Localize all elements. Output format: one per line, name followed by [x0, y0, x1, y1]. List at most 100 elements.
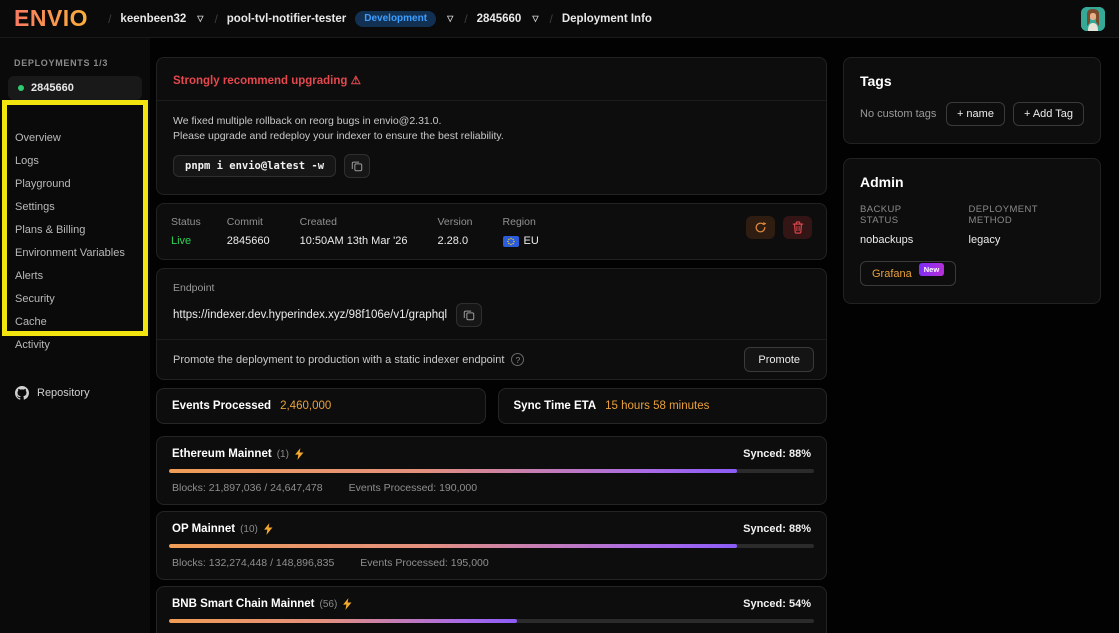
deployment-selector-label: 2845660 — [31, 82, 74, 94]
endpoint-label: Endpoint — [173, 282, 810, 294]
chain-footer: Blocks: 132,274,448 / 148,896,835 Events… — [169, 557, 814, 569]
grafana-button[interactable]: Grafana New — [860, 261, 956, 286]
chain-sync-card-ethereum: Ethereum Mainnet (1) Synced: 88% Blocks:… — [156, 436, 827, 505]
sidebar: DEPLOYMENTS 1/3 2845660 Overview Logs Pl… — [0, 38, 150, 633]
synced-percent: Synced: 88% — [743, 523, 811, 535]
deployment-actions — [746, 216, 812, 239]
breadcrumb-project[interactable]: pool-tvl-notifier-tester — [227, 13, 346, 25]
sync-eta-card: Sync Time ETA 15 hours 58 minutes — [498, 388, 828, 424]
lightning-icon — [342, 598, 352, 610]
events-count: Events Processed: 190,000 — [349, 482, 477, 494]
sidebar-item-playground[interactable]: Playground — [8, 172, 142, 195]
restart-deployment-button[interactable] — [746, 216, 775, 239]
sync-progress-fill — [169, 469, 737, 473]
warning-line-2: Please upgrade and redeploy your indexer… — [173, 129, 810, 144]
warning-title: Strongly recommend upgrading ⚠ — [157, 58, 826, 100]
endpoint-card: Endpoint https://indexer.dev.hyperindex.… — [156, 268, 827, 380]
chain-header: OP Mainnet (10) Synced: 88% — [169, 523, 814, 535]
sidebar-item-overview[interactable]: Overview — [8, 126, 142, 149]
stats-row: Events Processed 2,460,000 Sync Time ETA… — [156, 388, 827, 424]
status-field: Status Live — [171, 216, 201, 247]
chain-name: BNB Smart Chain Mainnet — [172, 598, 315, 610]
sidebar-item-environment-variables[interactable]: Environment Variables — [8, 241, 142, 264]
github-icon — [15, 386, 29, 400]
upgrade-command[interactable]: pnpm i envio@latest -w — [173, 155, 336, 177]
sidebar-item-plans-billing[interactable]: Plans & Billing — [8, 218, 142, 241]
sidebar-item-repository[interactable]: Repository — [15, 386, 135, 400]
chevron-down-icon[interactable]: ▽ — [445, 14, 455, 23]
main-content: Strongly recommend upgrading ⚠ We fixed … — [156, 57, 827, 633]
synced-percent: Synced: 54% — [743, 598, 811, 610]
copy-icon — [351, 160, 363, 172]
lightning-icon — [294, 448, 304, 460]
breadcrumb-separator: / — [214, 12, 217, 26]
chain-header: Ethereum Mainnet (1) Synced: 88% — [169, 448, 814, 460]
envio-logo[interactable]: ENVIO — [14, 5, 88, 32]
backup-status-field: BACKUP STATUS nobackups — [860, 204, 943, 246]
breadcrumb-separator: / — [108, 12, 111, 26]
sidebar-item-logs[interactable]: Logs — [8, 149, 142, 172]
lightning-icon — [263, 523, 273, 535]
chain-name: Ethereum Mainnet — [172, 448, 272, 460]
sidebar-item-cache[interactable]: Cache — [8, 310, 142, 333]
chain-sync-card-op: OP Mainnet (10) Synced: 88% Blocks: 132,… — [156, 511, 827, 580]
delete-deployment-button[interactable] — [783, 216, 812, 239]
promote-description: Promote the deployment to production wit… — [173, 354, 504, 366]
breadcrumb: / keenbeen32 ▽ / pool-tvl-notifier-teste… — [108, 11, 652, 27]
promote-button[interactable]: Promote — [744, 347, 814, 372]
deployment-selector[interactable]: 2845660 — [8, 76, 142, 100]
copy-command-button[interactable] — [344, 154, 370, 178]
no-tags-text: No custom tags — [860, 108, 936, 120]
admin-card: Admin BACKUP STATUS nobackups DEPLOYMENT… — [843, 158, 1101, 304]
sync-eta-label: Sync Time ETA — [514, 400, 597, 412]
backup-status-value: nobackups — [860, 234, 943, 246]
sync-progress-fill — [169, 619, 517, 623]
sidebar-item-alerts[interactable]: Alerts — [8, 264, 142, 287]
created-label: Created — [300, 216, 408, 228]
chain-id: (56) — [320, 599, 338, 610]
created-field: Created 10:50AM 13th Mar '26 — [300, 216, 408, 247]
user-avatar[interactable] — [1081, 7, 1105, 31]
deployment-method-value: legacy — [969, 234, 1084, 246]
app-window: ENVIO / keenbeen32 ▽ / pool-tvl-notifier… — [0, 0, 1119, 633]
chain-sync-card-bnb: BNB Smart Chain Mainnet (56) Synced: 54%… — [156, 586, 827, 633]
admin-title: Admin — [860, 174, 1084, 190]
created-value: 10:50AM 13th Mar '26 — [300, 235, 408, 247]
backup-status-label: BACKUP STATUS — [860, 204, 943, 226]
events-processed-card: Events Processed 2,460,000 — [156, 388, 486, 424]
help-icon[interactable]: ? — [511, 353, 524, 366]
chain-name: OP Mainnet — [172, 523, 235, 535]
deployment-method-field: DEPLOYMENT METHOD legacy — [969, 204, 1084, 246]
chevron-down-icon[interactable]: ▽ — [530, 14, 540, 23]
grafana-label: Grafana — [872, 268, 912, 280]
environment-badge: Development — [355, 11, 436, 27]
sidebar-item-security[interactable]: Security — [8, 287, 142, 310]
breadcrumb-deployment[interactable]: 2845660 — [477, 13, 522, 25]
sync-progress-track — [169, 544, 814, 548]
copy-icon — [463, 309, 475, 321]
tags-title: Tags — [860, 73, 1084, 89]
deployment-method-label: DEPLOYMENT METHOD — [969, 204, 1084, 226]
endpoint-url[interactable]: https://indexer.dev.hyperindex.xyz/98f10… — [173, 309, 447, 321]
tag-name-button[interactable]: + name — [946, 102, 1005, 126]
warning-body: We fixed multiple rollback on reorg bugs… — [157, 101, 826, 144]
sidebar-item-settings[interactable]: Settings — [8, 195, 142, 218]
breadcrumb-org[interactable]: keenbeen32 — [120, 13, 186, 25]
commit-label: Commit — [227, 216, 270, 228]
live-status-dot — [18, 85, 24, 91]
add-tag-button[interactable]: + Add Tag — [1013, 102, 1084, 126]
chain-footer: Blocks: 21,897,036 / 24,647,478 Events P… — [169, 482, 814, 494]
breadcrumb-page: Deployment Info — [562, 13, 652, 25]
right-panel: Tags No custom tags + name + Add Tag Adm… — [843, 57, 1101, 304]
chevron-down-icon[interactable]: ▽ — [195, 14, 205, 23]
chain-header: BNB Smart Chain Mainnet (56) Synced: 54% — [169, 598, 814, 610]
upgrade-command-row: pnpm i envio@latest -w — [157, 144, 826, 178]
copy-endpoint-button[interactable] — [456, 303, 482, 327]
deployment-status-card: Status Live Commit 2845660 Created 10:50… — [156, 203, 827, 260]
tags-row: No custom tags + name + Add Tag — [860, 102, 1084, 126]
region-field: Region EU — [503, 216, 539, 247]
status-value: Live — [171, 235, 201, 247]
version-value: 2.28.0 — [438, 235, 473, 247]
sidebar-item-activity[interactable]: Activity — [8, 333, 142, 356]
breadcrumb-separator: / — [550, 12, 553, 26]
